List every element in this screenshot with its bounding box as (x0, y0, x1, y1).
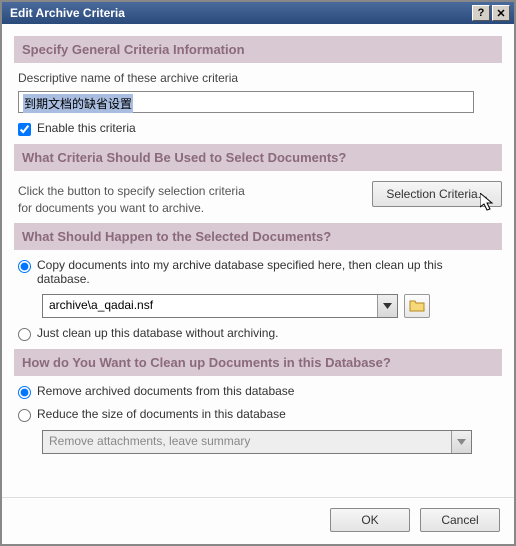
section-action-header: What Should Happen to the Selected Docum… (14, 223, 502, 250)
copy-option-radio[interactable] (18, 260, 31, 273)
copy-option-label: Copy documents into my archive database … (37, 258, 498, 286)
window-title: Edit Archive Criteria (10, 6, 125, 20)
archive-db-dropdown-arrow[interactable] (377, 295, 397, 317)
archive-db-combo[interactable]: archive\a_qadai.nsf (42, 294, 398, 318)
help-button[interactable]: ? (472, 5, 490, 21)
just-clean-option-row[interactable]: Just clean up this database without arch… (18, 326, 498, 341)
enable-criteria-label: Enable this criteria (37, 121, 136, 135)
remove-option-label: Remove archived documents from this data… (37, 384, 294, 398)
folder-icon (409, 299, 425, 312)
just-clean-option-label: Just clean up this database without arch… (37, 326, 278, 340)
reduce-method-combo: Remove attachments, leave summary (42, 430, 472, 454)
criteria-hint: Click the button to specify selection cr… (18, 183, 358, 217)
dialog-button-bar: OK Cancel (2, 497, 514, 544)
selection-criteria-button[interactable]: Selection Criteria... (372, 181, 502, 207)
copy-option-row[interactable]: Copy documents into my archive database … (18, 258, 498, 286)
close-button[interactable]: ✕ (492, 5, 510, 21)
chevron-down-icon (457, 439, 466, 445)
name-field-label: Descriptive name of these archive criter… (18, 71, 498, 85)
chevron-down-icon (383, 303, 392, 309)
ok-button[interactable]: OK (330, 508, 410, 532)
reduce-option-radio[interactable] (18, 409, 31, 422)
criteria-name-value: 到期文档的缺省设置 (23, 94, 133, 113)
remove-option-row[interactable]: Remove archived documents from this data… (18, 384, 498, 399)
reduce-option-row[interactable]: Reduce the size of documents in this dat… (18, 407, 498, 422)
remove-option-radio[interactable] (18, 386, 31, 399)
reduce-option-label: Reduce the size of documents in this dat… (37, 407, 286, 421)
dialog-content: Specify General Criteria Information Des… (2, 24, 514, 491)
archive-db-value: archive\a_qadai.nsf (43, 295, 377, 317)
criteria-hint-line1: Click the button to specify selection cr… (18, 184, 245, 198)
enable-criteria-checkbox[interactable] (18, 123, 31, 136)
browse-folder-button[interactable] (404, 294, 430, 318)
section-cleanup-header: How do You Want to Clean up Documents in… (14, 349, 502, 376)
criteria-hint-line2: for documents you want to archive. (18, 201, 204, 215)
dialog-window: Edit Archive Criteria ? ✕ Specify Genera… (0, 0, 516, 546)
criteria-name-input[interactable]: 到期文档的缺省设置 (18, 91, 474, 113)
just-clean-option-radio[interactable] (18, 328, 31, 341)
titlebar: Edit Archive Criteria ? ✕ (2, 2, 514, 24)
section-criteria-header: What Criteria Should Be Used to Select D… (14, 144, 502, 171)
enable-criteria-row[interactable]: Enable this criteria (18, 121, 498, 136)
section-general-header: Specify General Criteria Information (14, 36, 502, 63)
reduce-method-value: Remove attachments, leave summary (43, 431, 451, 453)
cancel-button[interactable]: Cancel (420, 508, 500, 532)
reduce-method-dropdown-arrow (451, 431, 471, 453)
